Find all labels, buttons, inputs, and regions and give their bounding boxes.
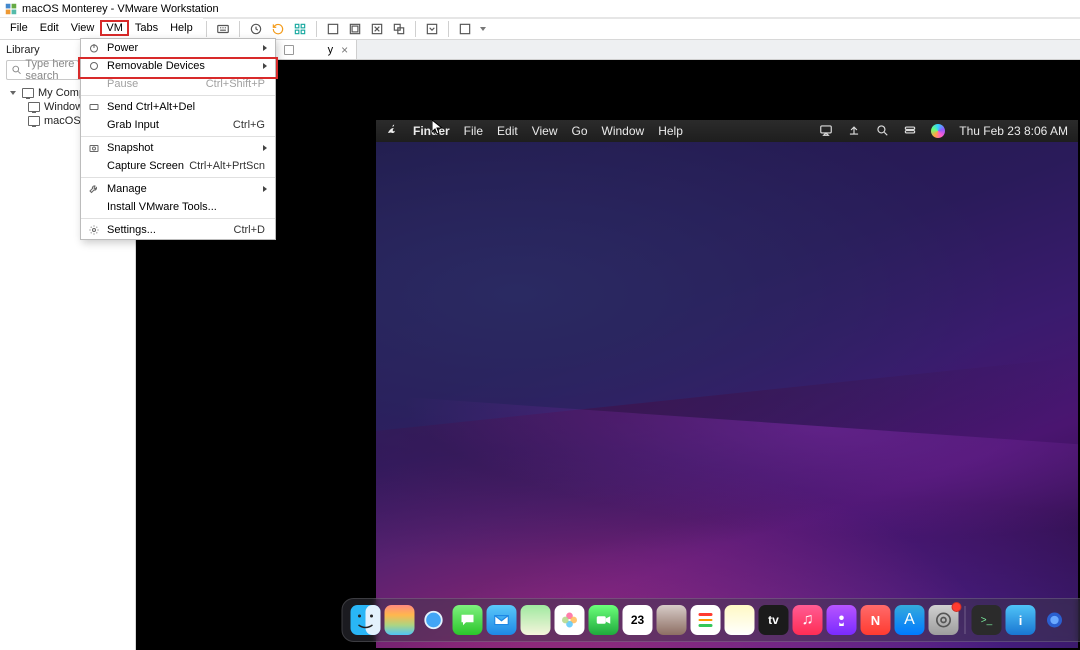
mac-dock: 23 tv♫ NA >_i — [342, 598, 1080, 642]
vm-icon — [28, 116, 40, 126]
dock-appstore-icon[interactable]: A — [895, 605, 925, 635]
menu-pause[interactable]: PauseCtrl+Shift+P — [81, 75, 275, 93]
send-keys-icon — [87, 100, 101, 114]
submenu-arrow-icon — [263, 45, 267, 51]
mac-menu-finder[interactable]: Finder — [413, 124, 450, 138]
power-icon — [87, 41, 101, 55]
menu-capture-screen[interactable]: Capture ScreenCtrl+Alt+PrtScn — [81, 157, 275, 175]
mac-menubar: Finder File Edit View Go Window Help Thu… — [376, 120, 1078, 142]
tab-close-icon[interactable]: × — [341, 43, 348, 57]
menu-removable-devices[interactable]: Removable Devices — [81, 57, 275, 75]
menubar: File Edit View VM Tabs Help — [0, 18, 203, 38]
app-logo-icon — [4, 2, 18, 16]
menu-manage[interactable]: Manage — [81, 180, 275, 198]
mac-menu-edit[interactable]: Edit — [497, 124, 518, 138]
snapshot-button[interactable] — [246, 19, 266, 39]
dock-mail-icon[interactable] — [487, 605, 517, 635]
send-keys-button[interactable] — [213, 19, 233, 39]
menu-snapshot[interactable]: Snapshot — [81, 139, 275, 157]
dock-photos-icon[interactable] — [555, 605, 585, 635]
unity-button[interactable] — [389, 19, 409, 39]
open-vm-button[interactable] — [422, 19, 442, 39]
badge-icon — [952, 602, 962, 612]
vm-icon — [28, 102, 40, 112]
menu-send-cad[interactable]: Send Ctrl+Alt+Del — [81, 98, 275, 116]
fit-guest-button[interactable] — [323, 19, 343, 39]
dock-calendar-icon[interactable]: 23 — [623, 605, 653, 635]
menu-file[interactable]: File — [4, 20, 34, 36]
window-title: macOS Monterey - VMware Workstation — [22, 3, 219, 15]
spotlight-icon[interactable] — [875, 123, 889, 140]
vm-content-area: macOS Monterey y × Finder File Edit View… — [136, 40, 1080, 650]
dock-trash-icon[interactable] — [1074, 605, 1080, 635]
menu-grab-input[interactable]: Grab InputCtrl+G — [81, 116, 275, 134]
gear-icon — [87, 223, 101, 237]
menu-install-tools[interactable]: Install VMware Tools... — [81, 198, 275, 216]
menu-tabs[interactable]: Tabs — [129, 20, 164, 36]
mac-menu-window[interactable]: Window — [602, 124, 645, 138]
fullscreen-button[interactable] — [367, 19, 387, 39]
menu-settings[interactable]: Settings...Ctrl+D — [81, 221, 275, 239]
vm-menu-dropdown: Power Removable Devices PauseCtrl+Shift+… — [80, 38, 276, 240]
dock-safari-icon[interactable] — [419, 605, 449, 635]
wrench-icon — [87, 182, 101, 196]
dock-notes-icon[interactable] — [725, 605, 755, 635]
stretch-button[interactable] — [455, 19, 475, 39]
menu-help[interactable]: Help — [164, 20, 199, 36]
snapshot-revert-button[interactable] — [268, 19, 288, 39]
guest-display[interactable]: Finder File Edit View Go Window Help Thu… — [376, 120, 1078, 648]
dock-facetime-icon[interactable] — [589, 605, 619, 635]
mac-datetime[interactable]: Thu Feb 23 8:06 AM — [959, 124, 1068, 138]
dock-finder-icon[interactable] — [351, 605, 381, 635]
mac-menu-go[interactable]: Go — [572, 124, 588, 138]
dock-reminders-icon[interactable] — [691, 605, 721, 635]
dock-messages-icon[interactable] — [453, 605, 483, 635]
dock-tv-icon[interactable]: tv — [759, 605, 789, 635]
upload-icon[interactable] — [847, 123, 861, 140]
dock-podcasts-icon[interactable] — [827, 605, 857, 635]
dock-news-icon[interactable]: N — [861, 605, 891, 635]
menu-power[interactable]: Power — [81, 39, 275, 57]
dock-info-icon[interactable]: i — [1006, 605, 1036, 635]
dock-quicktime-icon[interactable] — [1040, 605, 1070, 635]
submenu-arrow-icon — [263, 63, 267, 69]
screen-mirror-icon[interactable] — [819, 123, 833, 140]
dock-settings-icon[interactable] — [929, 605, 959, 635]
submenu-arrow-icon — [263, 145, 267, 151]
tab-strip: macOS Monterey y × — [136, 40, 1080, 60]
circle-icon — [87, 59, 101, 73]
control-center-icon[interactable] — [903, 123, 917, 140]
menu-vm[interactable]: VM — [100, 20, 129, 36]
snapshot-manager-button[interactable] — [290, 19, 310, 39]
tab-vm-icon — [284, 45, 294, 55]
dock-maps-icon[interactable] — [521, 605, 551, 635]
tab-active[interactable]: macOS Monterey y × — [276, 40, 357, 60]
dock-terminal-icon[interactable]: >_ — [972, 605, 1002, 635]
mac-menu-help[interactable]: Help — [658, 124, 683, 138]
console-view-button[interactable] — [345, 19, 365, 39]
dock-music-icon[interactable]: ♫ — [793, 605, 823, 635]
menu-view[interactable]: View — [65, 20, 101, 36]
dock-separator — [965, 606, 966, 634]
dock-launchpad-icon[interactable] — [385, 605, 415, 635]
mac-wallpaper — [376, 142, 1078, 648]
stretch-dropdown-caret[interactable] — [480, 27, 486, 31]
siri-icon[interactable] — [931, 124, 945, 138]
snapshot-icon — [87, 141, 101, 155]
submenu-arrow-icon — [263, 186, 267, 192]
window-titlebar: macOS Monterey - VMware Workstation — [0, 0, 1080, 18]
apple-menu-icon[interactable] — [386, 123, 399, 139]
menu-edit[interactable]: Edit — [34, 20, 65, 36]
dock-contacts-icon[interactable] — [657, 605, 687, 635]
mac-menu-view[interactable]: View — [532, 124, 558, 138]
computer-icon — [22, 88, 34, 98]
mac-menu-file[interactable]: File — [464, 124, 483, 138]
